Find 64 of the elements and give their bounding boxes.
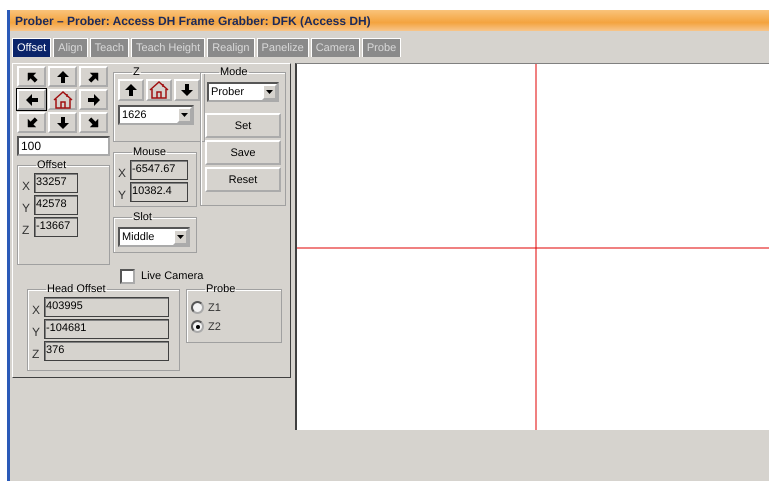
arrow-button[interactable] (17, 89, 46, 110)
radio-label: Z1 (208, 302, 221, 314)
radio-option[interactable]: Z1 (191, 301, 277, 314)
group-title: Probe (205, 283, 236, 295)
value-field: 42578 (34, 195, 78, 215)
arrow-button[interactable] (17, 66, 46, 87)
tab[interactable]: Offset (12, 38, 52, 57)
arrow-button[interactable] (48, 112, 77, 133)
axis-label: X (22, 179, 32, 193)
value-field: -13667 (34, 217, 78, 237)
live-camera-checkbox[interactable]: Live Camera (120, 269, 286, 283)
dropdown-arrow-icon (266, 90, 273, 94)
group-title: Mode (219, 66, 249, 78)
value-field: -6547.67 (130, 160, 188, 180)
dropdown-arrow-icon (177, 235, 184, 239)
height-dropdown[interactable]: 1626 (118, 105, 194, 125)
mode-dropdown[interactable]: Prober (207, 82, 279, 102)
value-field: 376 (44, 341, 169, 361)
group-title: Slot (132, 211, 153, 223)
arrow-button[interactable] (48, 66, 77, 87)
arrow-icon (181, 84, 193, 96)
arrow-button[interactable] (79, 66, 108, 87)
arrow-icon (56, 116, 68, 128)
arrow-icon (26, 94, 38, 106)
arrow-icon (125, 84, 137, 96)
axis-label: Y (32, 325, 42, 339)
radio-button[interactable] (191, 320, 204, 333)
checkbox[interactable] (120, 268, 135, 284)
arrow-icon (56, 70, 68, 82)
axis-label: Z (32, 347, 40, 361)
value-field: 403995 (44, 297, 169, 317)
arrow-button[interactable] (17, 112, 46, 133)
value-field: 10382.4 (130, 182, 188, 202)
dropdown-arrow-icon (181, 113, 188, 117)
arrow-button[interactable] (174, 79, 200, 101)
slot-dropdown[interactable]: Middle (118, 227, 190, 247)
arrow-icon (88, 94, 100, 106)
radio-label: Z2 (208, 320, 221, 332)
window-title: Prober – Prober: Access DH Frame Grabber: DFK (Access DH) (15, 14, 371, 28)
checkbox-label: Live Camera (141, 270, 204, 282)
home-icon (52, 90, 74, 108)
push-button[interactable]: Set (205, 113, 281, 138)
value-field: -104681 (44, 319, 169, 339)
value-field: 33257 (34, 173, 78, 193)
home-button[interactable] (146, 79, 172, 101)
axis-label: X (118, 166, 128, 180)
group-title: Head Offset (46, 283, 106, 295)
axis-label: X (32, 303, 42, 317)
group-title: Offset (36, 159, 68, 171)
arrow-button[interactable] (79, 112, 108, 133)
radio-button[interactable] (191, 301, 204, 314)
group-title: Z (132, 66, 141, 78)
push-button[interactable]: Reset (205, 167, 281, 192)
arrow-button[interactable] (118, 79, 144, 101)
home-icon (148, 81, 170, 99)
axis-label: Z (22, 223, 30, 237)
step-field[interactable]: 100 (17, 136, 110, 156)
radio-option[interactable]: Z2 (191, 320, 277, 333)
group-title: Mouse (132, 146, 168, 158)
arrow-button[interactable] (79, 89, 108, 110)
axis-label: Y (22, 201, 32, 215)
push-button[interactable]: Save (205, 140, 281, 165)
axis-label: Y (118, 188, 128, 202)
home-button[interactable] (48, 89, 77, 110)
